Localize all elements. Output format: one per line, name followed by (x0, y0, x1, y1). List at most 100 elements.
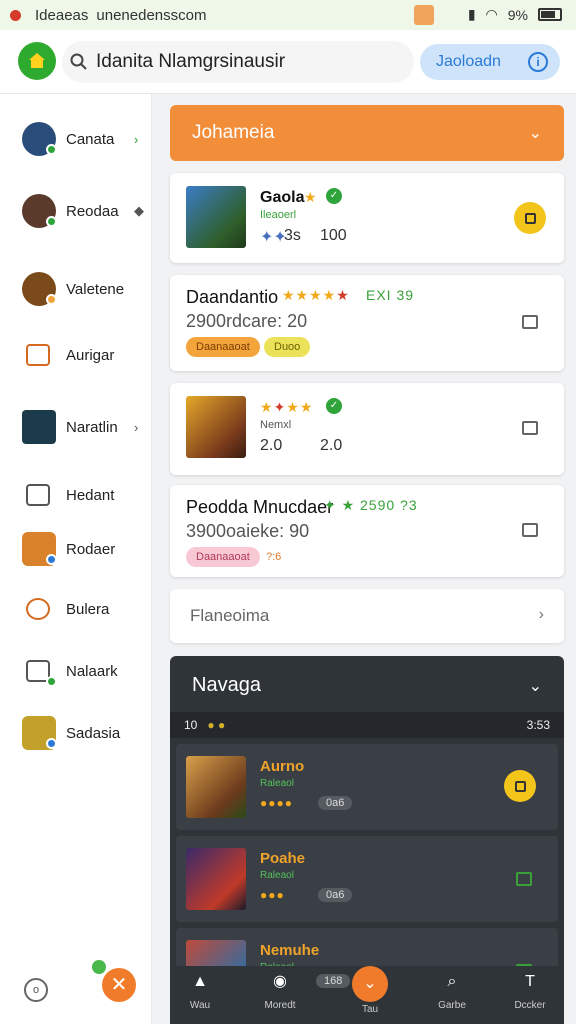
rating-text: EXI 39 (366, 287, 415, 303)
status-badge (46, 216, 57, 227)
sidebar-item-valetene[interactable]: Valetene (0, 264, 152, 314)
nav-label: Moredt (264, 1000, 296, 1011)
close-fab-button[interactable]: ✕ (102, 968, 136, 1002)
tag: Daanaaoat (186, 547, 260, 567)
nav-item-tau[interactable]: Tau (340, 1004, 400, 1015)
nav-label: Garbe (438, 1000, 466, 1011)
rating-dots: ●●● (260, 888, 285, 902)
status-badge (46, 676, 57, 687)
row-subtitle: Raleaol (260, 778, 294, 789)
game-thumbnail (186, 756, 246, 818)
card-meta-2: 2.0 (320, 437, 343, 454)
bookmark-icon[interactable] (516, 872, 532, 886)
nav-label: Tau (361, 1004, 379, 1015)
install-button[interactable] (514, 202, 546, 234)
account-icon[interactable]: o (24, 978, 48, 1002)
battery-percent: 9% (507, 6, 528, 23)
collapsed-section[interactable]: Flaneoima › (170, 589, 564, 643)
row-chip: 0a6 (318, 888, 353, 902)
card-meta-1: 2.0 (260, 437, 283, 454)
sidebar-item-reodaa[interactable]: Reodaa ◆ (0, 186, 152, 236)
sidebar-item-sadasia[interactable]: Sadasia (0, 708, 152, 758)
install-button[interactable] (504, 770, 536, 802)
collapsed-section-title: Flaneoima (190, 606, 270, 625)
rating-stars: ★✦★★ (260, 399, 314, 415)
status-bar: Ideaeas unenedensscom ▮ ◠ 9% (0, 0, 576, 30)
search-icon (70, 53, 87, 70)
chevron-down-icon: ⌄ (363, 975, 377, 992)
folder-icon (26, 344, 50, 366)
notification-icon (414, 5, 434, 25)
sidebar-item-aurigar[interactable]: Aurigar (0, 330, 152, 380)
nav-item-wau[interactable]: ▲ Wau (170, 970, 230, 1011)
chevron-right-icon: › (134, 419, 139, 435)
status-badge (46, 294, 57, 305)
rating-text: 2590 ?3 (360, 497, 418, 513)
text-icon: T (525, 973, 535, 990)
row-subtitle: Raleaol (260, 870, 294, 881)
list-item[interactable]: Aurno Raleaol ●●●● 0a6 (176, 744, 558, 830)
verified-icon: ✓ (326, 188, 342, 204)
square-icon (524, 212, 536, 224)
sidebar-item-bulera[interactable]: Bulera (0, 584, 152, 634)
nav-chip: 168 (316, 974, 351, 988)
sidebar-item-nalaark[interactable]: Nalaark (0, 646, 152, 696)
action-pill-button[interactable]: Jaoloadn i (420, 44, 560, 80)
info-icon[interactable]: i (528, 52, 548, 72)
bookmark-icon[interactable] (522, 523, 538, 537)
embedded-status-bar: 10 ● ● 3:53 (170, 712, 564, 738)
chevron-down-icon[interactable]: ⌄ (529, 676, 542, 696)
sidebar-item-hedant[interactable]: Hedant (0, 470, 152, 520)
disc-icon: ◉ (273, 973, 287, 990)
rating-stars: ★★★★★ (282, 287, 350, 303)
card-line: 3900oaieke: 90 (186, 521, 310, 541)
nav-label: Wau (189, 1000, 211, 1011)
card-line: 2900rdcare: 20 (186, 311, 308, 331)
list-item[interactable]: Peodda Mnucdaer ✦ ★ 2590 ?3 3900oaieke: … (170, 485, 564, 577)
card-subtitle: Nemxl (260, 419, 292, 431)
list-item[interactable]: Poahe Raleaol ●●● 0a6 (176, 836, 558, 922)
card-subtitle: Ileaoerl (260, 209, 297, 221)
nav-center-button[interactable]: ⌄ (352, 966, 388, 1002)
list-item[interactable]: Gaola ★ ✓ Ileaoerl ✦✦ 3s 100 (170, 173, 564, 263)
sidebar-item-label: Reodaa (66, 202, 119, 220)
game-icon (22, 410, 56, 444)
row-title: Aurno (260, 758, 305, 775)
section-title: Johameia (192, 122, 275, 143)
game-thumbnail (186, 396, 246, 458)
sidebar-item-label: Valetene (66, 280, 125, 298)
home-button[interactable] (18, 42, 56, 80)
sidebar-item-canata[interactable]: Canata › (0, 114, 152, 164)
bookmark-icon[interactable] (522, 421, 538, 435)
card-title: Daandantio (186, 287, 279, 307)
nav-item-moredt[interactable]: ◉ Moredt (250, 970, 310, 1011)
list-item[interactable]: ★✦★★ ✓ Nemxl 2.0 2.0 (170, 383, 564, 475)
main-content: Johameia ⌄ Gaola ★ ✓ Ileaoerl ✦✦ 3s 100 … (152, 94, 576, 1024)
sidebar-item-label: Rodaer (66, 540, 116, 558)
embedded-status-left: 10 (184, 718, 198, 732)
card-meta-2: 100 (320, 227, 347, 244)
embedded-status-time: 3:53 (526, 718, 550, 732)
nav-item-dccker[interactable]: T Dccker (500, 970, 560, 1011)
sidebar-item-rodaer[interactable]: Rodaer (0, 524, 152, 574)
tag: ?:6 (266, 551, 282, 563)
tag: Duoo (264, 337, 311, 357)
tag: Daanaaoat (186, 337, 260, 357)
embedded-status-icons: ● ● (207, 718, 226, 732)
sidebar-item-naratlin[interactable]: Naratlin › (0, 402, 152, 452)
section-header[interactable]: Johameia ⌄ (170, 105, 564, 161)
list-item[interactable]: Daandantio ★★★★★ EXI 39 2900rdcare: 20 D… (170, 275, 564, 371)
row-title: Poahe (260, 850, 306, 867)
sidebar-item-label: Aurigar (66, 346, 115, 364)
search-bar[interactable]: Idanita Nlamgrsinausir (62, 41, 414, 83)
sidebar-item-label: Naratlin (66, 418, 118, 436)
panel-title: Navaga (192, 674, 261, 696)
game-thumbnail (186, 186, 246, 248)
search-icon: ⌕ (447, 973, 457, 990)
location-icon (26, 598, 50, 620)
card-title: Peodda Mnucdaer (186, 497, 334, 517)
chevron-down-icon: ⌄ (528, 125, 542, 142)
pill-label: Jaoloadn (436, 53, 501, 70)
nav-item-garbe[interactable]: ⌕ Garbe (422, 970, 482, 1011)
bookmark-icon[interactable] (522, 315, 538, 329)
